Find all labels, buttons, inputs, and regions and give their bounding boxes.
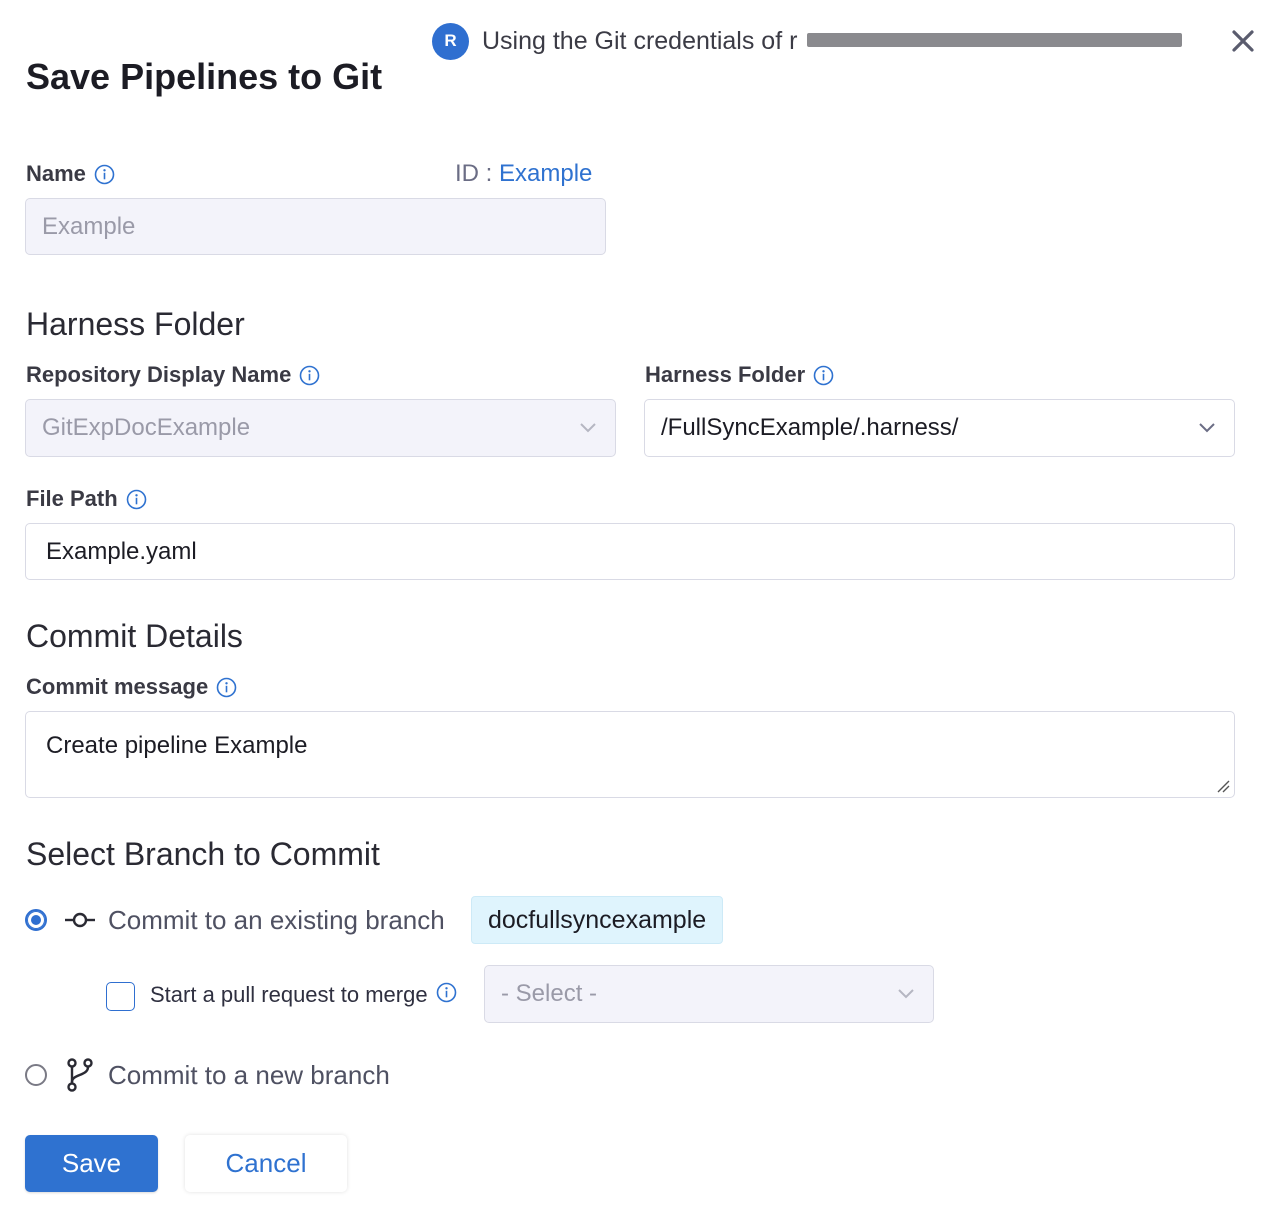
pull-request-target-select[interactable]: - Select -: [484, 965, 934, 1023]
pull-request-checkbox[interactable]: [106, 982, 135, 1011]
credentials-text: Using the Git credentials of r: [482, 27, 1183, 56]
existing-branch-chip: docfullsyncexample: [471, 896, 724, 944]
commit-message-value: Create pipeline Example: [46, 732, 308, 759]
pipeline-id: ID : Example: [455, 160, 593, 187]
harness-folder-label: Harness Folder: [645, 362, 834, 388]
resize-handle-icon[interactable]: [1216, 779, 1230, 793]
info-icon[interactable]: [126, 489, 147, 510]
pipeline-id-value[interactable]: Example: [499, 160, 592, 187]
name-input-value: Example: [42, 212, 136, 240]
repo-select[interactable]: GitExpDocExample: [25, 399, 616, 457]
info-icon[interactable]: [94, 164, 115, 185]
redacted-email: [807, 32, 1183, 47]
file-path-label: File Path: [26, 486, 147, 512]
section-commit-details: Commit Details: [26, 618, 243, 654]
new-branch-label: Commit to a new branch: [108, 1060, 390, 1090]
info-icon[interactable]: [436, 982, 457, 1003]
commit-message-label: Commit message: [26, 674, 237, 700]
close-icon[interactable]: [1226, 24, 1260, 58]
name-label: Name: [26, 161, 115, 187]
repo-select-value: GitExpDocExample: [42, 414, 251, 441]
save-button[interactable]: Save: [25, 1135, 158, 1192]
user-avatar: R: [432, 22, 469, 60]
info-icon[interactable]: [216, 677, 237, 698]
radio-new-branch[interactable]: [25, 1064, 47, 1086]
section-select-branch: Select Branch to Commit: [26, 836, 380, 872]
info-icon[interactable]: [299, 365, 320, 386]
section-harness-folder: Harness Folder: [26, 306, 245, 342]
git-branch-icon: [67, 1058, 93, 1092]
radio-existing-branch[interactable]: [25, 909, 47, 931]
chevron-down-icon: [898, 989, 914, 999]
chevron-down-icon: [1199, 423, 1215, 433]
name-input[interactable]: Example: [25, 198, 606, 255]
cancel-button[interactable]: Cancel: [185, 1135, 347, 1192]
harness-folder-select[interactable]: /FullSyncExample/.harness/: [644, 399, 1235, 457]
git-commit-icon: [65, 912, 95, 928]
dialog-title: Save Pipelines to Git: [26, 56, 383, 97]
file-path-input[interactable]: Example.yaml: [25, 523, 1235, 580]
pull-request-select-placeholder: - Select -: [501, 980, 598, 1007]
commit-message-textarea[interactable]: Create pipeline Example: [25, 711, 1235, 798]
git-credentials-banner: R Using the Git credentials of r: [432, 22, 1183, 60]
file-path-value: Example.yaml: [46, 537, 197, 565]
pull-request-label: Start a pull request to merge: [150, 982, 457, 1008]
chevron-down-icon: [580, 423, 596, 433]
harness-folder-value: /FullSyncExample/.harness/: [661, 414, 959, 441]
existing-branch-label: Commit to an existing branch: [108, 905, 445, 935]
info-icon[interactable]: [813, 365, 834, 386]
repo-label: Repository Display Name: [26, 362, 320, 388]
